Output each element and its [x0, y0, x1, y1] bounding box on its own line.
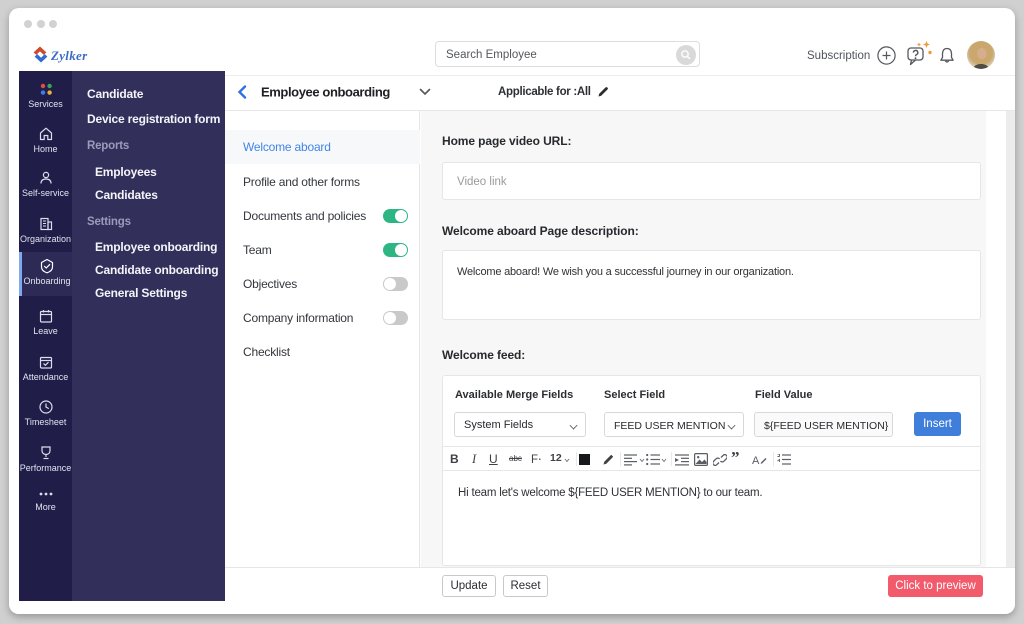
svg-text:A: A: [752, 455, 760, 466]
